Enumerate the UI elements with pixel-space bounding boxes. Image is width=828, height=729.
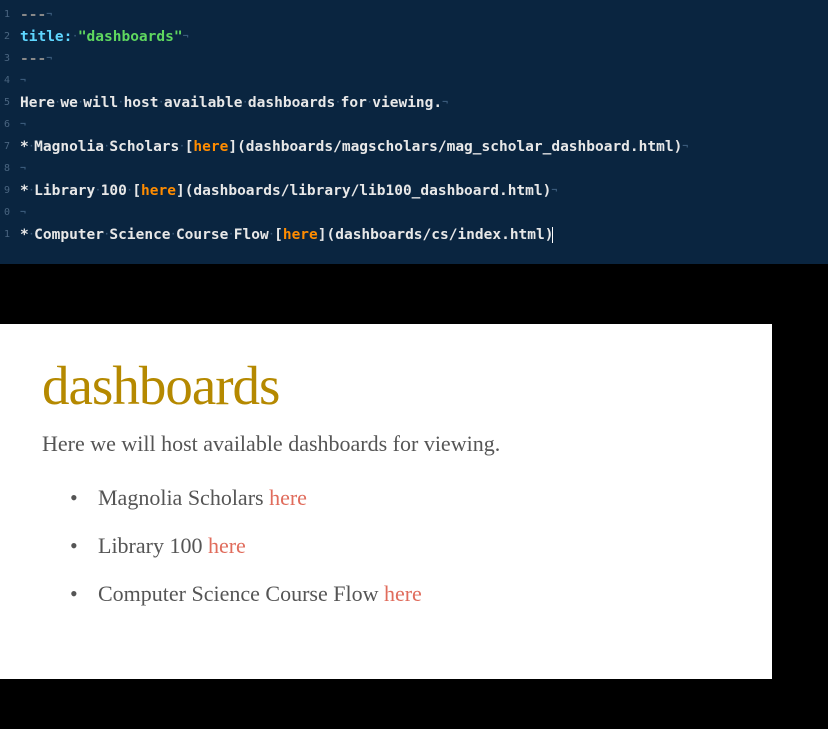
line-number: 9 xyxy=(0,180,12,202)
code-line[interactable]: Here·we·will·host·available·dashboards·f… xyxy=(20,92,828,114)
line-number: 3 xyxy=(0,48,12,70)
page-title: dashboards xyxy=(42,354,772,417)
line-number: 5 xyxy=(0,92,12,114)
code-line[interactable]: ¬ xyxy=(20,202,828,224)
list-item-label: Library 100 xyxy=(98,533,208,558)
line-number: 0 xyxy=(0,202,12,224)
dashboard-link[interactable]: here xyxy=(269,485,307,510)
list-item: Computer Science Course Flow here xyxy=(98,581,772,607)
list-item: Library 100 here xyxy=(98,533,772,559)
line-number: 7 xyxy=(0,136,12,158)
line-number: 1 xyxy=(0,224,12,246)
dashboard-list: Magnolia Scholars here Library 100 here … xyxy=(42,485,772,607)
dashboard-link[interactable]: here xyxy=(208,533,246,558)
code-line[interactable]: ---¬ xyxy=(20,48,828,70)
list-item-label: Magnolia Scholars xyxy=(98,485,269,510)
line-number: 2 xyxy=(0,26,12,48)
preview-background: dashboards Here we will host available d… xyxy=(0,264,828,679)
code-line[interactable]: ¬ xyxy=(20,70,828,92)
code-content[interactable]: ---¬title:·"dashboards"¬---¬¬Here·we·wil… xyxy=(0,4,828,246)
line-number: 8 xyxy=(0,158,12,180)
text-cursor xyxy=(552,227,553,243)
code-line[interactable]: ¬ xyxy=(20,158,828,180)
line-number-gutter: 12345678901 xyxy=(0,0,12,264)
code-line[interactable]: ¬ xyxy=(20,114,828,136)
line-number: 4 xyxy=(0,70,12,92)
code-line[interactable]: *·Library·100·[here](dashboards/library/… xyxy=(20,180,828,202)
page-intro: Here we will host available dashboards f… xyxy=(42,431,772,457)
rendered-page: dashboards Here we will host available d… xyxy=(0,324,772,679)
code-line[interactable]: ---¬ xyxy=(20,4,828,26)
line-number: 6 xyxy=(0,114,12,136)
line-number: 1 xyxy=(0,4,12,26)
code-editor[interactable]: 12345678901 ---¬title:·"dashboards"¬---¬… xyxy=(0,0,828,264)
code-line[interactable]: title:·"dashboards"¬ xyxy=(20,26,828,48)
dashboard-link[interactable]: here xyxy=(384,581,422,606)
list-item-label: Computer Science Course Flow xyxy=(98,581,384,606)
code-line[interactable]: *·Magnolia·Scholars·[here](dashboards/ma… xyxy=(20,136,828,158)
code-line[interactable]: *·Computer·Science·Course·Flow·[here](da… xyxy=(20,224,828,246)
list-item: Magnolia Scholars here xyxy=(98,485,772,511)
